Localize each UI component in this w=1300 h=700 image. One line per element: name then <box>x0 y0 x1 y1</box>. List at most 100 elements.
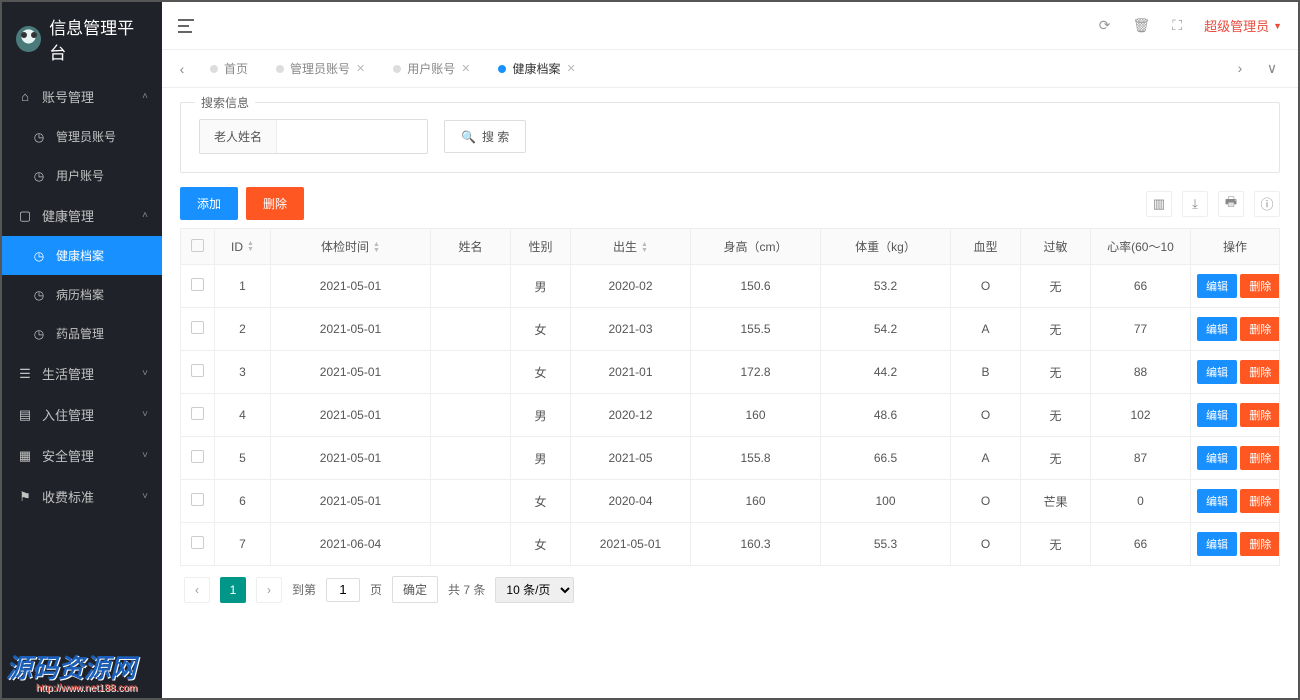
cell-blood: O <box>951 394 1021 437</box>
edit-button[interactable]: 编辑 <box>1197 403 1237 427</box>
tab-close-icon[interactable]: ✕ <box>356 62 365 75</box>
sidebar-section[interactable]: ⌂账号管理˄ <box>2 76 162 117</box>
goto-page-input[interactable] <box>326 578 360 602</box>
row-delete-button[interactable]: 删除 <box>1240 489 1279 513</box>
column-header[interactable]: 体检时间▲▼ <box>271 229 431 265</box>
sidebar-section[interactable]: ⚑收费标准˅ <box>2 476 162 517</box>
column-header[interactable]: ID▲▼ <box>215 229 271 265</box>
sidebar-section[interactable]: ☰生活管理˅ <box>2 353 162 394</box>
sidebar-item-label: 健康档案 <box>56 247 104 264</box>
tab-dot-icon <box>393 65 401 73</box>
cell-height: 155.5 <box>691 308 821 351</box>
row-delete-button[interactable]: 删除 <box>1240 403 1279 427</box>
export-icon[interactable]: ⤓ <box>1182 191 1208 217</box>
info-icon[interactable]: ⓘ <box>1254 191 1280 217</box>
sidebar-item[interactable]: ◷管理员账号 <box>2 117 162 156</box>
tab-close-icon[interactable]: ✕ <box>461 62 470 75</box>
cell-id: 6 <box>215 480 271 523</box>
tab[interactable]: 用户账号✕ <box>381 54 482 83</box>
tabs-next-icon[interactable]: › <box>1228 60 1252 77</box>
page-number-button[interactable]: 1 <box>220 577 246 603</box>
flag-icon: ⚑ <box>18 489 32 505</box>
edit-button[interactable]: 编辑 <box>1197 532 1237 556</box>
page-prev-button[interactable]: ‹ <box>184 577 210 603</box>
table-row: 42021-05-01男2020-1216048.6O无102编辑 删除 <box>181 394 1280 437</box>
page-size-select[interactable]: 10 条/页 <box>495 577 574 603</box>
edit-button[interactable]: 编辑 <box>1197 446 1237 470</box>
cell-actions: 编辑 删除 <box>1191 308 1280 351</box>
sidebar-item[interactable]: ◷健康档案 <box>2 236 162 275</box>
cell-weight: 66.5 <box>821 437 951 480</box>
delete-button[interactable]: 删除 <box>246 187 304 220</box>
row-checkbox[interactable] <box>191 450 204 463</box>
columns-icon[interactable]: ▥ <box>1146 191 1172 217</box>
refresh-icon[interactable]: ⟳ <box>1099 17 1111 34</box>
tabs-more-icon[interactable]: ∨ <box>1260 60 1284 77</box>
edit-button[interactable]: 编辑 <box>1197 317 1237 341</box>
row-checkbox[interactable] <box>191 493 204 506</box>
table-row: 22021-05-01女2021-03155.554.2A无77编辑 删除 <box>181 308 1280 351</box>
row-delete-button[interactable]: 删除 <box>1240 317 1279 341</box>
sidebar-item[interactable]: ◷ 药品管理 <box>2 314 162 353</box>
row-delete-button[interactable]: 删除 <box>1240 274 1279 298</box>
cell-actions: 编辑 删除 <box>1191 394 1280 437</box>
add-button[interactable]: 添加 <box>180 187 238 220</box>
edit-button[interactable]: 编辑 <box>1197 274 1237 298</box>
tab-close-icon[interactable]: ✕ <box>567 62 576 75</box>
cell-birth: 2021-05 <box>571 437 691 480</box>
chevron-icon: ˄ <box>142 91 148 102</box>
row-delete-button[interactable]: 删除 <box>1240 446 1279 470</box>
tab[interactable]: 首页 <box>198 54 260 83</box>
row-delete-button[interactable]: 删除 <box>1240 532 1279 556</box>
sidebar-section-label: 账号管理 <box>42 87 94 106</box>
row-checkbox[interactable] <box>191 536 204 549</box>
calendar-icon: ▦ <box>18 448 32 464</box>
page-next-button[interactable]: › <box>256 577 282 603</box>
cell-sex: 女 <box>511 523 571 566</box>
user-role-dropdown[interactable]: 超级管理员 ▼ <box>1204 16 1282 35</box>
sidebar-section[interactable]: ▦安全管理˅ <box>2 435 162 476</box>
cell-actions: 编辑 删除 <box>1191 265 1280 308</box>
sidebar-toggle-icon[interactable] <box>178 19 194 33</box>
search-input[interactable] <box>277 120 427 153</box>
print-icon[interactable]: 🖶 <box>1218 191 1244 217</box>
sidebar-section-label: 收费标准 <box>42 487 94 506</box>
edit-button[interactable]: 编辑 <box>1197 489 1237 513</box>
cell-allergy: 芒果 <box>1021 480 1091 523</box>
row-checkbox[interactable] <box>191 278 204 291</box>
row-checkbox[interactable] <box>191 321 204 334</box>
cell-sex: 男 <box>511 437 571 480</box>
tab[interactable]: 管理员账号✕ <box>264 54 377 83</box>
row-checkbox[interactable] <box>191 407 204 420</box>
cell-height: 160 <box>691 394 821 437</box>
tab-label: 健康档案 <box>512 60 560 77</box>
row-checkbox[interactable] <box>191 364 204 377</box>
sidebar-section[interactable]: ▤入住管理˅ <box>2 394 162 435</box>
goto-confirm-button[interactable]: 确定 <box>392 576 438 603</box>
tabs-list: 首页管理员账号✕用户账号✕ 健康档案 ✕ <box>194 54 1228 83</box>
total-count-label: 共 7 条 <box>448 581 485 598</box>
cell-height: 155.8 <box>691 437 821 480</box>
column-header[interactable]: 出生▲▼ <box>571 229 691 265</box>
cell-weight: 55.3 <box>821 523 951 566</box>
cell-id: 5 <box>215 437 271 480</box>
trash-icon[interactable]: 🗑 <box>1132 17 1150 34</box>
chevron-icon: ˅ <box>142 409 148 420</box>
tabs-prev-icon[interactable]: ‹ <box>170 61 194 77</box>
sidebar-item[interactable]: ◷用户账号 <box>2 156 162 195</box>
sidebar-item-label: 药品管理 <box>56 325 104 342</box>
sidebar-item[interactable]: ◷病历档案 <box>2 275 162 314</box>
fullscreen-icon[interactable]: ⛶ <box>1172 17 1182 34</box>
column-header: 过敏 <box>1021 229 1091 265</box>
table-toolbar: 添加 删除 ▥ ⤓ 🖶 ⓘ <box>180 187 1280 220</box>
edit-button[interactable]: 编辑 <box>1197 360 1237 384</box>
cell-hr: 88 <box>1091 351 1191 394</box>
sidebar-section[interactable]: ▢健康管理˄ <box>2 195 162 236</box>
gauge-icon: ◷ <box>32 327 46 341</box>
row-delete-button[interactable]: 删除 <box>1240 360 1279 384</box>
cell-weight: 100 <box>821 480 951 523</box>
tab[interactable]: 健康档案 ✕ <box>486 54 587 83</box>
select-all-checkbox[interactable] <box>191 239 204 252</box>
cell-height: 160.3 <box>691 523 821 566</box>
search-button[interactable]: 🔍 搜 索 <box>444 120 526 153</box>
